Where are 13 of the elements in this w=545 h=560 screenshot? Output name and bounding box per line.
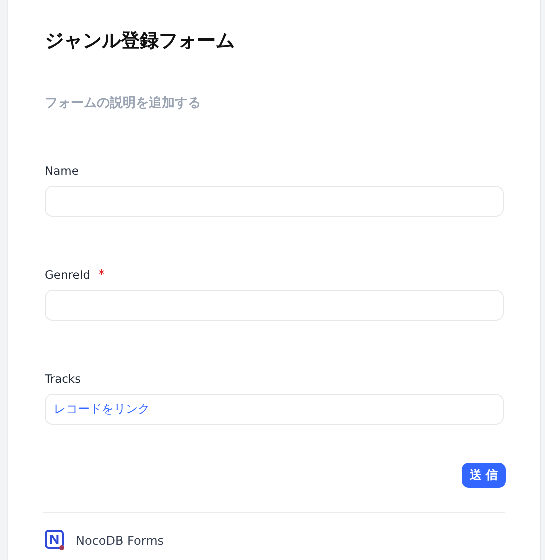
link-record-field[interactable]: レコードをリンク bbox=[45, 394, 504, 425]
text-input-field[interactable] bbox=[45, 186, 504, 217]
field-label: GenreId bbox=[45, 268, 91, 282]
required-asterisk: * bbox=[98, 268, 106, 282]
form-title: ジャンル登録フォーム bbox=[45, 29, 236, 54]
field-label: Tracks bbox=[45, 372, 82, 386]
brand-name: NocoDB Forms bbox=[76, 534, 164, 548]
submit-button[interactable]: 送 信 bbox=[462, 463, 506, 488]
form-description[interactable]: フォームの説明を追加する bbox=[45, 94, 506, 112]
text-input-field[interactable] bbox=[45, 290, 504, 321]
logo-icon bbox=[45, 530, 65, 551]
field-label: Name bbox=[45, 164, 79, 178]
link-records-link[interactable]: レコードをリンク bbox=[54, 401, 150, 418]
